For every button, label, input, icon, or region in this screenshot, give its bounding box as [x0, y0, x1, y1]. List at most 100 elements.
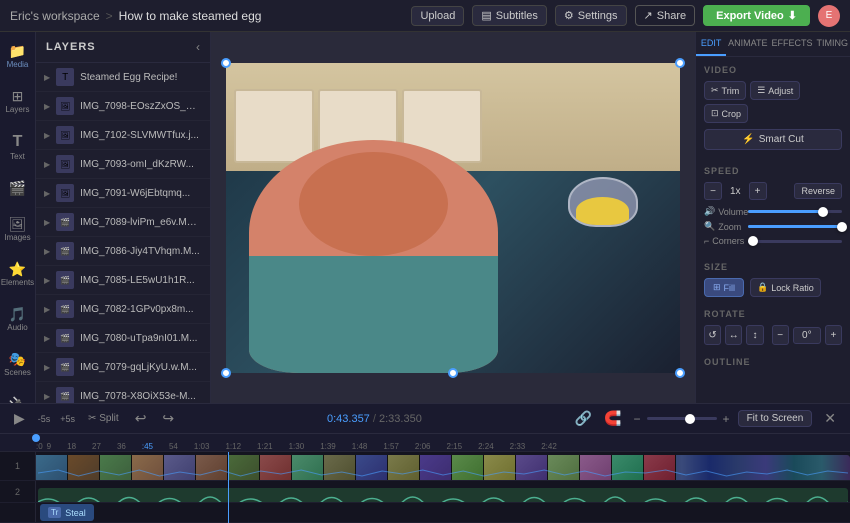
list-item[interactable]: ▶ 🎬 IMG_7079-gqLjKyU.w.M...: [36, 353, 210, 382]
elements-icon: ⭐: [9, 262, 26, 276]
subtitles-button[interactable]: ▤ Subtitles: [472, 5, 547, 26]
layer-name: IMG_7089-lviPm_e6v.MOV: [80, 217, 200, 228]
magnet-button[interactable]: 🧲: [600, 408, 625, 429]
sidebar-item-clips[interactable]: 🎬: [1, 177, 35, 201]
flip-h-button[interactable]: ↔: [725, 325, 742, 345]
avatar[interactable]: E: [818, 5, 840, 27]
play-button[interactable]: ▶: [10, 408, 29, 429]
zoom-thumb[interactable]: [837, 222, 847, 232]
track-content-audio[interactable]: [36, 481, 850, 502]
track-content-video[interactable]: [36, 452, 850, 480]
volume-icon: 🔊: [704, 206, 715, 217]
adjust-icon: ☰: [757, 85, 765, 96]
upload-button[interactable]: Upload: [411, 6, 464, 26]
corners-thumb[interactable]: [748, 236, 758, 246]
tab-effects[interactable]: EFFECTS: [769, 32, 814, 56]
clip-label[interactable]: Tr Steal: [40, 504, 94, 521]
sidebar-item-media[interactable]: 📁 Media: [1, 40, 35, 73]
timeline-controls: ▶ -5s +5s ✂ Split ↩ ↪ 0:43.357 / 2:33.35…: [0, 404, 850, 434]
volume-thumb[interactable]: [818, 207, 828, 217]
handle-top-left[interactable]: [221, 58, 231, 68]
cabinet: [234, 89, 314, 163]
sidebar-label-media: Media: [7, 60, 29, 69]
edit-tabs: EDIT ANIMATE EFFECTS TIMING: [696, 32, 850, 57]
volume-slider[interactable]: [748, 210, 842, 213]
undo-button[interactable]: ↩: [131, 408, 151, 429]
audio-track: 2: [0, 481, 850, 503]
expand-icon: ▶: [44, 334, 50, 343]
reverse-button[interactable]: Reverse: [794, 183, 842, 199]
flip-v-button[interactable]: ↕: [746, 325, 763, 345]
list-item[interactable]: ▶ 🎬 IMG_7086-Jiy4TVhqm.M...: [36, 237, 210, 266]
list-item[interactable]: ▶ 🎬 IMG_7085-LE5wU1h1R...: [36, 266, 210, 295]
fill-button[interactable]: ⊞ Fill: [704, 278, 744, 297]
link-button[interactable]: 🔗: [571, 408, 596, 429]
layers-collapse-button[interactable]: ‹: [196, 40, 200, 54]
redo-button[interactable]: ↪: [158, 408, 178, 429]
skip-back-button[interactable]: -5s: [37, 414, 52, 424]
tab-animate[interactable]: ANIMATE: [726, 32, 769, 56]
close-timeline-button[interactable]: ✕: [820, 408, 840, 429]
settings-button[interactable]: ⚙ Settings: [555, 5, 627, 26]
timeline-area: ▶ -5s +5s ✂ Split ↩ ↪ 0:43.357 / 2:33.35…: [0, 403, 850, 523]
timeline-zoom-slider[interactable]: [647, 417, 717, 420]
trim-button[interactable]: ✂ Trim: [704, 81, 746, 100]
speed-decrease-button[interactable]: −: [704, 182, 722, 200]
export-button[interactable]: Export Video ⬇: [703, 5, 810, 26]
list-item[interactable]: ▶ 🖼 IMG_7093-omI_dKzRW...: [36, 150, 210, 179]
zoom-slider[interactable]: [748, 225, 842, 228]
tab-edit[interactable]: EDIT: [696, 32, 726, 56]
layer-name: Steamed Egg Recipe!: [80, 72, 177, 83]
layer-thumb: T: [56, 68, 74, 86]
rotate-plus-button[interactable]: +: [825, 325, 842, 345]
sidebar-label-layers: Layers: [5, 105, 29, 114]
tab-timing[interactable]: TIMING: [815, 32, 850, 56]
layer-name: IMG_7098-EOszZxOS_JPG: [80, 101, 200, 112]
sidebar-item-layers[interactable]: ⊞ Layers: [1, 85, 35, 118]
share-button[interactable]: ↗ Share: [635, 5, 696, 26]
list-item[interactable]: ▶ 🎬 IMG_7080-uTpa9nI01.M...: [36, 324, 210, 353]
skip-fwd-button[interactable]: +5s: [59, 414, 76, 424]
list-item[interactable]: ▶ 🖼 IMG_7098-EOszZxOS_JPG: [36, 92, 210, 121]
layer-thumb: 🎬: [56, 300, 74, 318]
split-button[interactable]: ✂ Split: [84, 411, 123, 426]
sidebar-item-elements[interactable]: ⭐ Elements: [1, 258, 35, 291]
ruler-mark: 2:24: [478, 442, 494, 451]
smart-cut-button[interactable]: ⚡ Smart Cut: [704, 129, 842, 150]
zoom-out-icon: −: [634, 412, 641, 426]
layer-name: IMG_7079-gqLjKyU.w.M...: [80, 362, 197, 373]
list-item[interactable]: ▶ 🎬 IMG_7082-1GPv0px8m...: [36, 295, 210, 324]
topbar: Eric's workspace > How to make steamed e…: [0, 0, 850, 32]
sidebar-item-scenes[interactable]: 🎭 Scenes: [1, 348, 35, 381]
sidebar-item-text[interactable]: T Text: [1, 130, 35, 165]
list-item[interactable]: ▶ 🖼 IMG_7091-W6jEbtqmq...: [36, 179, 210, 208]
handle-bottom-right[interactable]: [675, 368, 685, 378]
total-time: 2:33.350: [379, 413, 422, 425]
timeline-zoom-thumb[interactable]: [685, 414, 695, 424]
list-item[interactable]: ▶ 🖼 IMG_7102-SLVMWTfux.j...: [36, 121, 210, 150]
layer-thumb: 🖼: [56, 184, 74, 202]
lock-ratio-button[interactable]: 🔒 Lock Ratio: [750, 278, 821, 297]
handle-bottom-mid[interactable]: [448, 368, 458, 378]
list-item[interactable]: ▶ T Steamed Egg Recipe!: [36, 63, 210, 92]
crop-button[interactable]: ⊡ Crop: [704, 104, 748, 123]
sidebar-item-plugins[interactable]: 🔌 Plugins: [1, 393, 35, 403]
bowl-contents: [576, 197, 629, 225]
rotate-ccw-button[interactable]: ↺: [704, 325, 721, 345]
layer-name: IMG_7080-uTpa9nI01.M...: [80, 333, 197, 344]
handle-top-right[interactable]: [675, 58, 685, 68]
handle-bottom-left[interactable]: [221, 368, 231, 378]
workspace-link[interactable]: Eric's workspace: [10, 9, 100, 23]
rotate-minus-button[interactable]: −: [772, 325, 789, 345]
list-item[interactable]: ▶ 🎬 IMG_7089-lviPm_e6v.MOV: [36, 208, 210, 237]
fit-to-screen-button[interactable]: Fit to Screen: [738, 410, 813, 427]
corners-slider[interactable]: [748, 240, 842, 243]
list-item[interactable]: ▶ 🎬 IMG_7078-X8OiX53e-M...: [36, 382, 210, 403]
speed-section-title: SPEED: [704, 166, 842, 176]
sidebar-item-audio[interactable]: 🎵 Audio: [1, 303, 35, 336]
sidebar-item-images[interactable]: 🖼 Images: [1, 213, 35, 246]
speed-increase-button[interactable]: +: [749, 182, 767, 200]
label-track-header: [0, 503, 36, 522]
images-icon: 🖼: [9, 217, 27, 231]
adjust-button[interactable]: ☰ Adjust: [750, 81, 800, 100]
